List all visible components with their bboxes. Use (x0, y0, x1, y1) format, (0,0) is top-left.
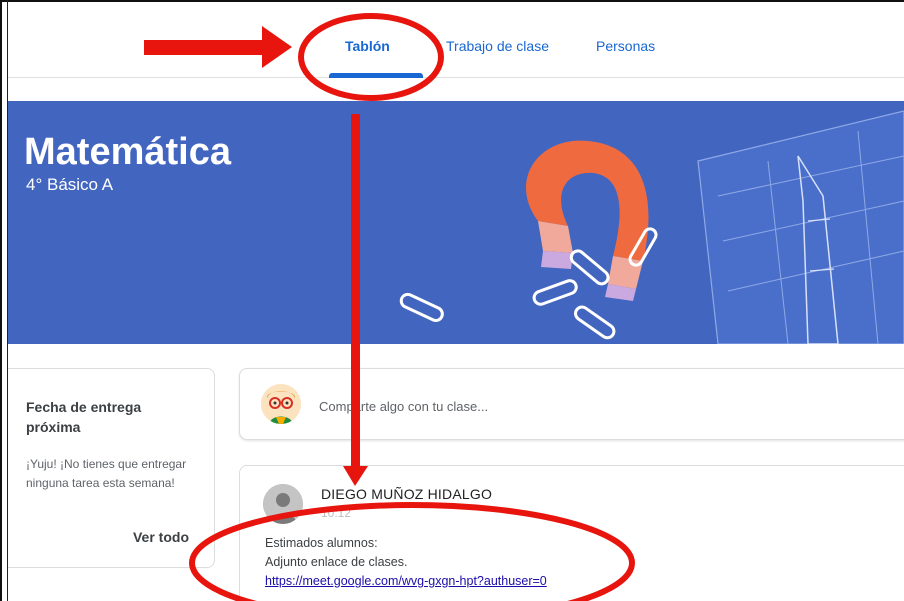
share-box[interactable]: Comparte algo con tu clase... (239, 368, 904, 440)
share-input[interactable]: Comparte algo con tu clase... (319, 399, 488, 414)
blueprint-icon (697, 110, 904, 344)
tab-classwork[interactable]: Trabajo de clase (446, 38, 549, 54)
upcoming-title: Fecha de entrega próxima (26, 399, 142, 435)
avatar (261, 384, 301, 424)
tab-people[interactable]: Personas (596, 38, 655, 54)
post-author: DIEGO MUÑOZ HIDALGO (321, 486, 493, 502)
class-banner: Matemática 4° Básico A (8, 101, 904, 344)
upcoming-empty-message: ¡Yuju! ¡No tienes que entregar ninguna t… (26, 457, 187, 490)
tab-stream[interactable]: Tablón (345, 38, 390, 54)
post-body: Estimados alumnos: Adjunto enlace de cla… (265, 534, 547, 591)
post-line: Adjunto enlace de clases. (265, 555, 408, 569)
announcement-post: DIEGO MUÑOZ HIDALGO 10:12 Estimados alum… (239, 465, 904, 601)
magnet-icon (526, 140, 649, 301)
class-section: 4° Básico A (26, 175, 114, 194)
post-line: Estimados alumnos: (265, 536, 378, 550)
meet-link[interactable]: https://meet.google.com/wvg-gxgn-hpt?aut… (265, 572, 547, 591)
user-avatar-icon (261, 384, 301, 424)
active-tab-indicator (329, 73, 423, 78)
author-avatar (263, 484, 303, 524)
class-nav-bar: Tablón Trabajo de clase Personas (8, 2, 904, 78)
view-all-button[interactable]: Ver todo (133, 529, 189, 545)
person-icon (263, 484, 303, 524)
upcoming-card: Fecha de entrega próxima ¡Yuju! ¡No tien… (8, 368, 215, 568)
class-title[interactable]: Matemática (24, 131, 231, 174)
post-timestamp: 10:12 (321, 506, 352, 520)
